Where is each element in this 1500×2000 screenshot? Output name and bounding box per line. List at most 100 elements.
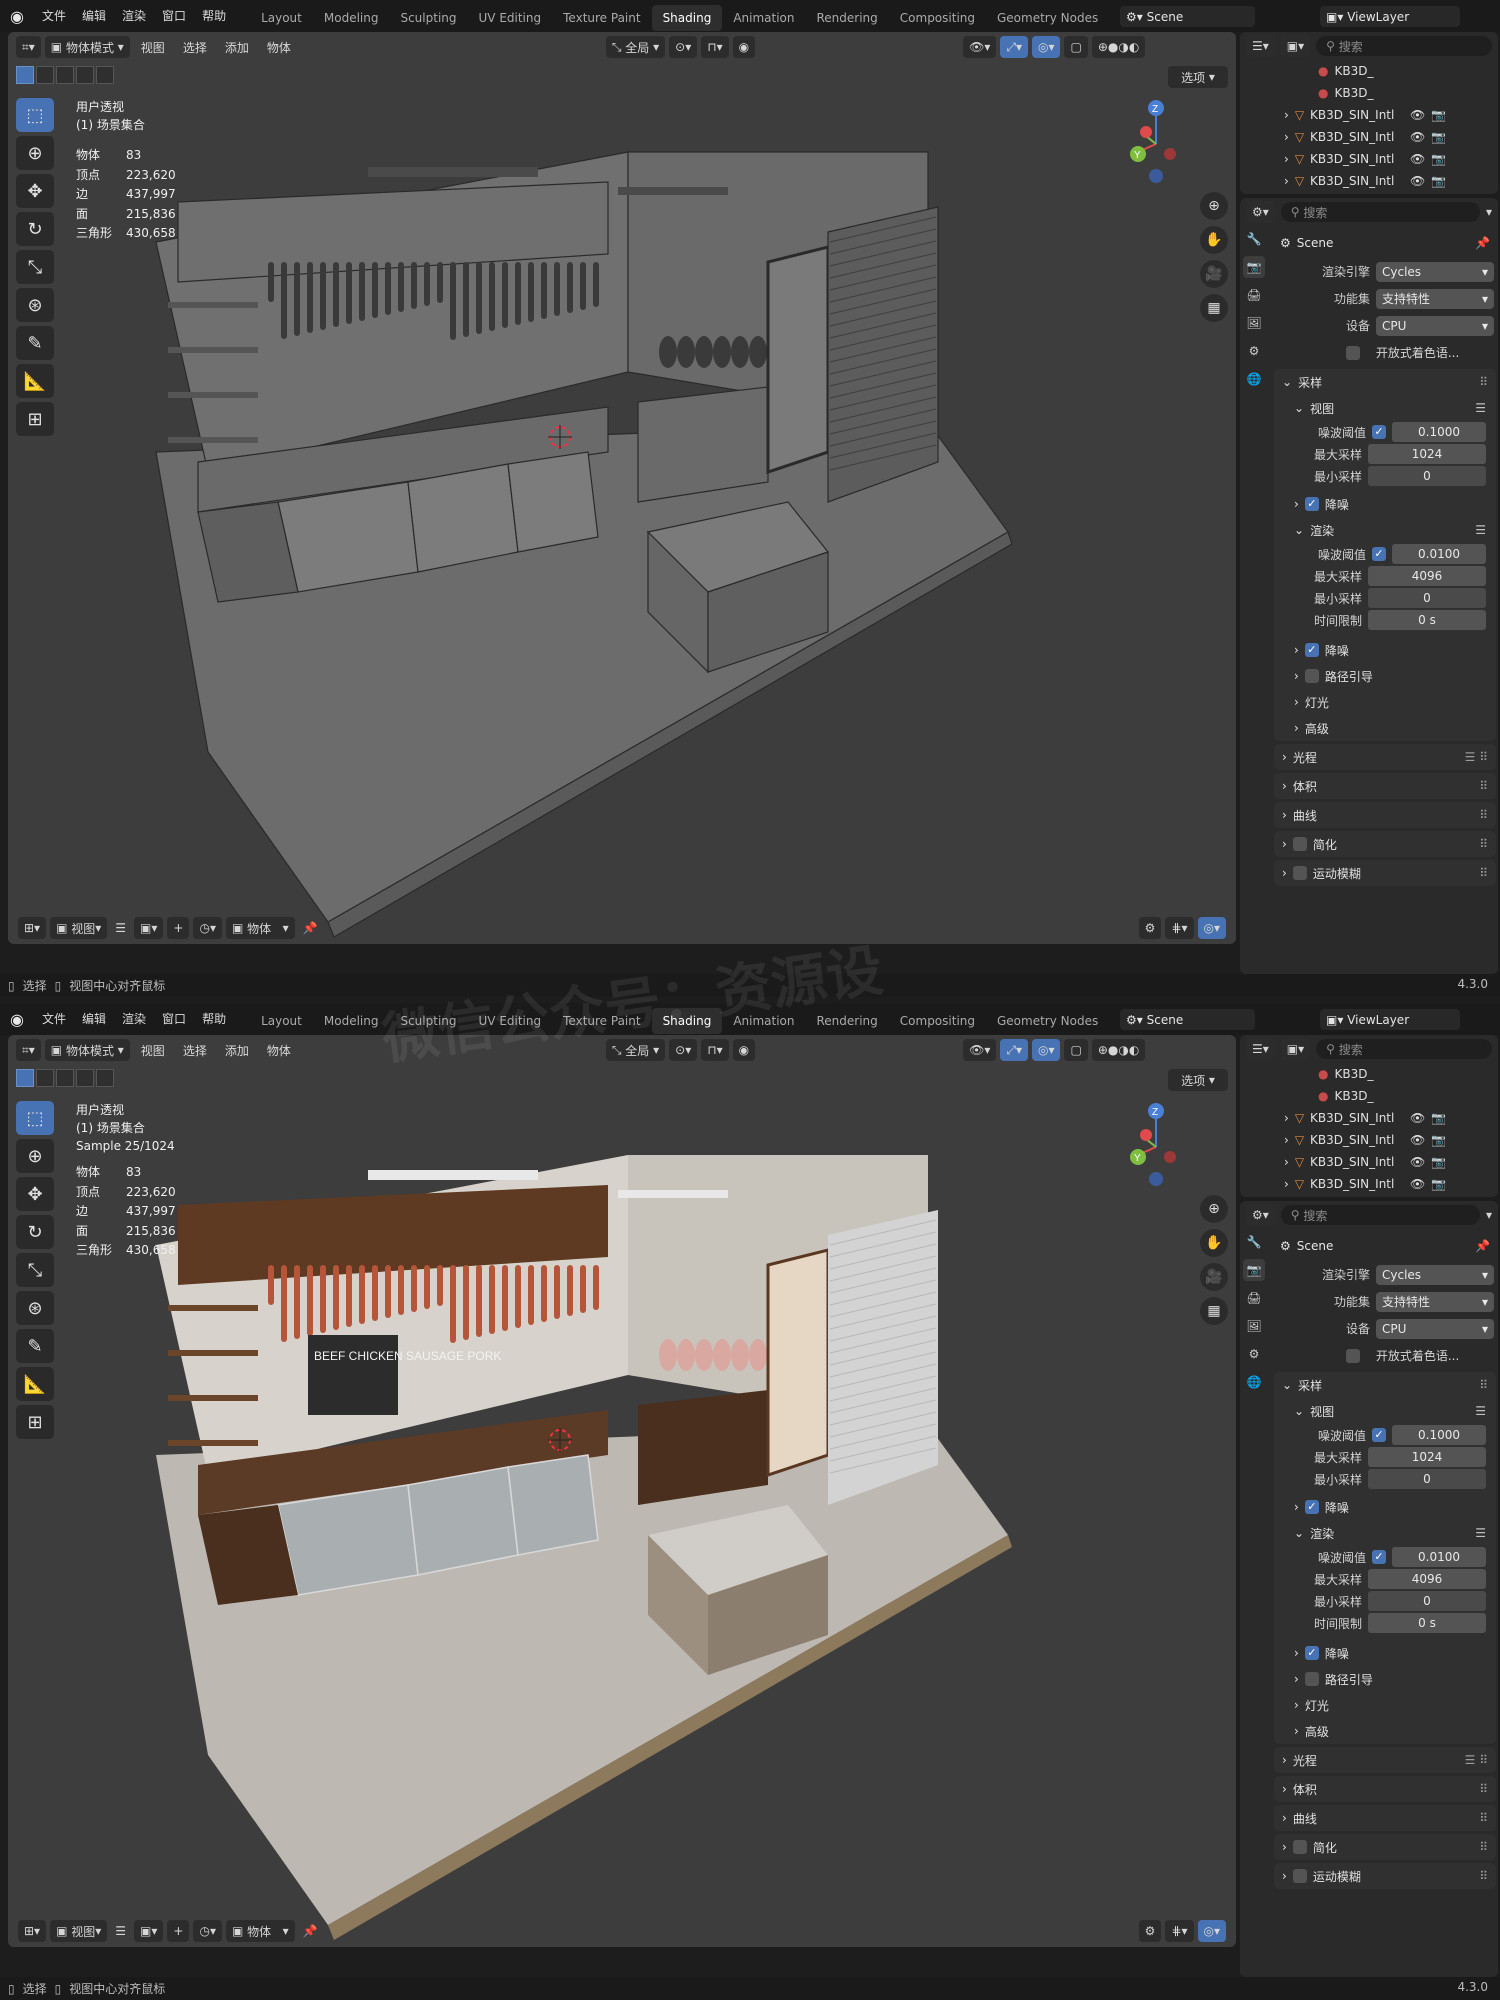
transform-tool-icon[interactable]: ⊛: [16, 288, 54, 322]
eye-icon[interactable]: 👁: [1410, 1133, 1425, 1147]
expand-arrow-icon[interactable]: ›: [1284, 1155, 1289, 1169]
3d-viewport[interactable]: ⌗▾ ▣ 物体模式 ▾ 视图 选择 添加 物体 ⤡ 全局 ▾ ⊙▾ ⊓▾ ◉ 👁…: [8, 32, 1236, 944]
render-engine-select[interactable]: Cycles ▾: [1376, 1264, 1494, 1285]
pivot-icon[interactable]: ⊙▾: [669, 36, 698, 58]
device-select[interactable]: CPU ▾: [1376, 1318, 1494, 1339]
feature-set-select[interactable]: 支持特性 ▾: [1376, 1291, 1494, 1312]
render-sampling-header[interactable]: ⌄ 渲染 ☰: [1274, 1520, 1496, 1546]
preset-list-icon[interactable]: ☰: [1475, 401, 1486, 415]
outliner-item[interactable]: ›▽KB3D_SIN_Intl👁📷: [1240, 192, 1498, 194]
select-invert-icon[interactable]: [76, 1069, 94, 1087]
annotate-tool-icon[interactable]: ✎: [16, 1329, 54, 1363]
world-tab-icon[interactable]: 🌐: [1243, 368, 1265, 390]
menu-object[interactable]: 物体: [260, 39, 298, 56]
outliner-sub-item[interactable]: ● KB3D_: [1240, 1063, 1498, 1085]
zoom-icon[interactable]: ⊕: [1200, 1195, 1228, 1223]
menu-view[interactable]: 视图: [134, 39, 172, 56]
snap-icon[interactable]: ⊓▾: [701, 1039, 729, 1061]
path-guiding-checkbox[interactable]: [1304, 1672, 1319, 1686]
footer-overlay-icon[interactable]: ◎▾: [1197, 1920, 1226, 1942]
render-camera-icon[interactable]: 📷: [1431, 152, 1446, 166]
add-cube-tool-icon[interactable]: ⊞: [16, 402, 54, 436]
vp-noise-checkbox[interactable]: ✓: [1372, 425, 1386, 439]
outliner-item[interactable]: ›▽KB3D_SIN_Intl👁📷: [1240, 104, 1498, 126]
menu-render[interactable]: 渲染: [114, 0, 154, 32]
r-max-field[interactable]: 4096: [1368, 566, 1486, 586]
r-denoise-header[interactable]: › ✓ 降噪: [1274, 637, 1496, 663]
light-paths-header[interactable]: › 光程 ☰ ⠿: [1274, 1747, 1496, 1773]
pin-icon[interactable]: 📌: [299, 921, 322, 935]
move-tool-icon[interactable]: ✥: [16, 1177, 54, 1211]
lights-header[interactable]: › 灯光: [1274, 689, 1496, 715]
workspace-tab-geometry-nodes[interactable]: Geometry Nodes: [986, 1008, 1109, 1034]
world-tab-icon[interactable]: 🌐: [1243, 1371, 1265, 1393]
expand-arrow-icon[interactable]: ›: [1284, 1133, 1289, 1147]
footer-visibility-icon[interactable]: ⚙: [1138, 917, 1162, 939]
object-selector[interactable]: ▣ 物体 ▾: [225, 1920, 295, 1942]
tool-tab-icon[interactable]: 🔧: [1243, 1231, 1265, 1253]
expand-arrow-icon[interactable]: ›: [1284, 152, 1289, 166]
time-limit-field[interactable]: 0 s: [1368, 610, 1486, 630]
measure-tool-icon[interactable]: 📐: [16, 1367, 54, 1401]
camera-view-icon[interactable]: 🎥: [1200, 260, 1228, 288]
light-paths-header[interactable]: › 光程 ☰ ⠿: [1274, 744, 1496, 770]
mode-selector[interactable]: ▣ 物体模式 ▾: [44, 36, 130, 58]
outliner-sub-item[interactable]: ● KB3D_: [1240, 82, 1498, 104]
pin-props-icon[interactable]: 📌: [1475, 1239, 1490, 1253]
outliner-search[interactable]: ⚲ 搜索: [1316, 36, 1492, 56]
render-preset-icon[interactable]: ☰: [1475, 1526, 1486, 1540]
outliner-item[interactable]: ›▽KB3D_SIN_Intl👁📷: [1240, 148, 1498, 170]
options-dropdown[interactable]: 选项 ▾: [1168, 66, 1228, 88]
snap-icon[interactable]: ⊓▾: [701, 36, 729, 58]
menu-view[interactable]: 视图: [134, 1042, 172, 1059]
simplify-checkbox[interactable]: [1292, 837, 1307, 851]
select-subtract-icon[interactable]: [56, 1069, 74, 1087]
outliner-sub-item[interactable]: ● KB3D_: [1240, 1085, 1498, 1107]
eye-icon[interactable]: 👁: [1410, 130, 1425, 144]
proportional-edit-icon[interactable]: ◉: [732, 1039, 756, 1061]
scale-tool-icon[interactable]: ⤡: [16, 250, 54, 284]
view-layer-tab-icon[interactable]: 🖼: [1243, 312, 1265, 334]
r-noise-field[interactable]: 0.0100: [1392, 544, 1486, 564]
feature-set-select[interactable]: 支持特性 ▾: [1376, 288, 1494, 309]
render-camera-icon[interactable]: 📷: [1431, 174, 1446, 188]
time-limit-field[interactable]: 0 s: [1368, 1613, 1486, 1633]
select-box-tool-icon[interactable]: ⬚: [16, 98, 54, 132]
vp-denoise-checkbox[interactable]: ✓: [1304, 497, 1319, 511]
outliner-type-icon[interactable]: ☰▾: [1246, 1038, 1275, 1060]
motion-blur-header[interactable]: › 运动模糊 ⠿: [1274, 860, 1496, 886]
annotate-tool-icon[interactable]: ✎: [16, 326, 54, 360]
editor-type-icon-footer[interactable]: ⊞▾: [18, 917, 47, 939]
eye-icon[interactable]: 👁: [1410, 1111, 1425, 1125]
expand-arrow-icon[interactable]: ›: [1284, 130, 1289, 144]
preset-list-icon[interactable]: ☰: [1475, 1404, 1486, 1418]
simplify-header[interactable]: › 简化 ⠿: [1274, 831, 1496, 857]
transform-tool-icon[interactable]: ⊛: [16, 1291, 54, 1325]
gizmo-toggle-icon[interactable]: ⤢▾: [1000, 36, 1028, 58]
volumes-header[interactable]: › 体积 ⠿: [1274, 1776, 1496, 1802]
outliner-item[interactable]: ›▽KB3D_SIN_Intl👁📷: [1240, 126, 1498, 148]
curves-header[interactable]: › 曲线 ⠿: [1274, 802, 1496, 828]
footer-overlay-icon[interactable]: ◎▾: [1197, 917, 1226, 939]
pin-props-icon[interactable]: 📌: [1475, 236, 1490, 250]
workspace-tab-modeling[interactable]: Modeling: [313, 5, 390, 31]
vp-denoise-header[interactable]: › ✓ 降噪: [1274, 491, 1496, 517]
r-denoise-header[interactable]: › ✓ 降噪: [1274, 1640, 1496, 1666]
workspace-tab-compositing[interactable]: Compositing: [889, 1008, 986, 1034]
editor-type-icon-footer[interactable]: ⊞▾: [18, 1920, 47, 1942]
vp-noise-checkbox[interactable]: ✓: [1372, 1428, 1386, 1442]
blender-logo-icon[interactable]: ◉: [0, 0, 34, 32]
outliner-search[interactable]: ⚲ 搜索: [1316, 1039, 1492, 1059]
view-layer-selector[interactable]: ▣▾ ViewLayer: [1320, 6, 1460, 27]
volumes-header[interactable]: › 体积 ⠿: [1274, 773, 1496, 799]
motion-blur-checkbox[interactable]: [1292, 1869, 1307, 1883]
scene-tab-icon[interactable]: ⚙: [1243, 1343, 1265, 1365]
render-camera-icon[interactable]: 📷: [1431, 1133, 1446, 1147]
menu-window[interactable]: 窗口: [154, 1003, 194, 1035]
properties-search[interactable]: ⚲ 搜索: [1280, 202, 1480, 222]
r-noise-field[interactable]: 0.0100: [1392, 1547, 1486, 1567]
clock-icon[interactable]: ◷▾: [193, 917, 222, 939]
menu-add[interactable]: 添加: [218, 1042, 256, 1059]
scene-render[interactable]: BEEF CHICKEN SAUSAGE PORK: [8, 1035, 1236, 1947]
eye-icon[interactable]: 👁: [1410, 152, 1425, 166]
